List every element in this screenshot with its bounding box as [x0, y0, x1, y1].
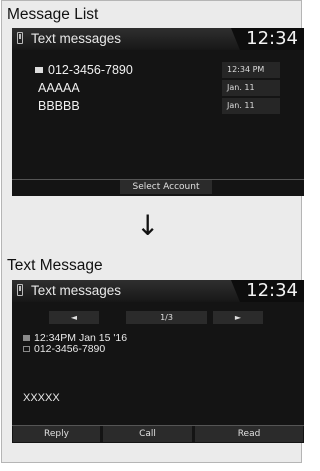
- clock: 12:34: [246, 280, 298, 301]
- screen-title: Text messages: [31, 283, 122, 298]
- message-sender: 012-3456-7890: [35, 63, 133, 77]
- message-body: XXXXX: [23, 392, 60, 404]
- clock-area: 12:34: [231, 28, 304, 50]
- phone-number-icon: [23, 346, 30, 352]
- reply-button[interactable]: Reply: [13, 426, 100, 442]
- message-list-caption: Message List: [7, 6, 99, 23]
- message-sender: AAAAA: [38, 81, 80, 95]
- title-bar: Text messages 12:34: [12, 280, 304, 302]
- down-arrow-icon: ↓: [136, 209, 160, 242]
- instruction-frame: Message List Text messages 12:34 012-345…: [1, 0, 304, 463]
- message-date: Jan. 11: [222, 80, 280, 96]
- message-row[interactable]: AAAAA Jan. 11: [35, 80, 280, 97]
- phone-icon: [17, 32, 23, 44]
- envelope-icon: [35, 67, 43, 73]
- call-button[interactable]: Call: [103, 426, 192, 442]
- phone-icon: [17, 284, 23, 296]
- clock: 12:34: [246, 28, 298, 49]
- calendar-icon: [23, 335, 30, 341]
- message-sender: BBBBB: [38, 99, 80, 113]
- text-message-screen: Text messages 12:34 ◄ 1/3 ► 12:34PM Jan …: [12, 280, 304, 443]
- message-row[interactable]: BBBBB Jan. 11: [35, 98, 280, 115]
- prev-page-button[interactable]: ◄: [49, 311, 99, 324]
- message-row[interactable]: 012-3456-7890 12:34 PM: [35, 62, 280, 79]
- page-indicator: 1/3: [126, 311, 207, 324]
- select-account-button[interactable]: Select Account: [120, 180, 212, 194]
- screen-title: Text messages: [31, 31, 122, 46]
- text-message-caption: Text Message: [7, 257, 103, 274]
- title-bar: Text messages 12:34: [12, 28, 304, 50]
- message-list-screen: Text messages 12:34 012-3456-7890 12:34 …: [12, 28, 304, 196]
- clock-area: 12:34: [231, 280, 304, 302]
- message-date: 12:34 PM: [222, 62, 280, 78]
- message-date: Jan. 11: [222, 98, 280, 114]
- read-button[interactable]: Read: [195, 426, 303, 442]
- next-page-button[interactable]: ►: [213, 311, 263, 324]
- message-sender-number: 012-3456-7890: [23, 343, 105, 355]
